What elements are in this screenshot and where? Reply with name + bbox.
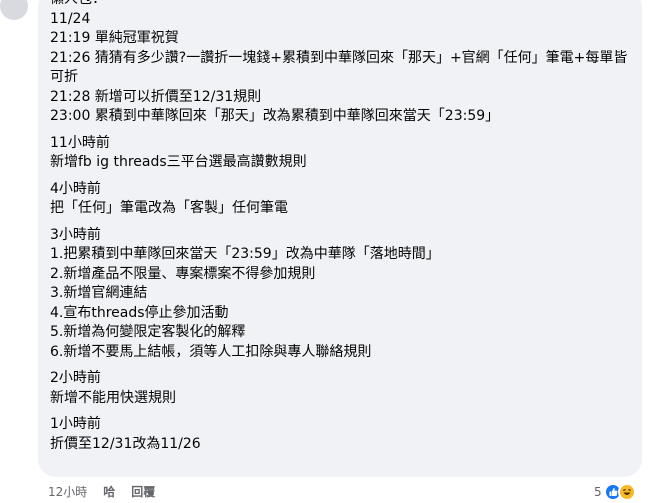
update-block-2h: 2小時前 新增不能用快選規則: [50, 369, 630, 408]
update-heading: 1小時前: [50, 416, 101, 432]
comment-footer: 12小時 哈 回覆: [48, 484, 155, 500]
comment-line: 21:19 單純冠軍祝賀: [50, 30, 179, 46]
comment-line: 23:00 累積到中華隊回來「那天」改為累積到中華隊回來當天「23:59」: [50, 108, 500, 124]
comment-line: 21:26 猜猜有多少讚?一讚折一塊錢+累積到中華隊回來「那天」+官網「任何」筆…: [50, 49, 628, 86]
reaction-button[interactable]: 哈: [103, 484, 115, 500]
reaction-summary[interactable]: 5: [594, 482, 636, 502]
update-line: 4.宣布threads停止參加活動: [50, 304, 229, 321]
update-line: 新增fb ig threads三平台選最高讚數規則: [50, 154, 307, 170]
avatar[interactable]: [0, 0, 30, 20]
update-line: 新增不能用快選規則: [50, 389, 176, 406]
laugh-icon: [617, 483, 636, 501]
comment-line: 懶人包：: [50, 0, 630, 10]
update-block-11h: 11小時前 新增fb ig threads三平台選最高讚數規則: [50, 134, 630, 173]
reaction-count: 5: [594, 485, 602, 499]
update-line: 把「任何」筆電改為「客製」任何筆電: [50, 200, 288, 216]
update-block-1h: 1小時前 折價至12/31改為11/26: [50, 415, 630, 454]
update-line: 6.新增不要馬上結帳，須等人工扣除與專人聯絡規則: [50, 343, 372, 360]
update-heading: 3小時前: [50, 226, 101, 243]
update-line: 5.新增為何變限定客製化的解釋: [50, 324, 246, 340]
comment-bubble: 懶人包： 11/24 21:19 單純冠軍祝賀 21:26 猜猜有多少讚?一讚折…: [38, 0, 642, 477]
comment-line: 21:28 新增可以折價至12/31規則: [50, 88, 262, 105]
update-line: 2.新增產品不限量、專案標案不得參加規則: [50, 265, 316, 282]
avatar-image[interactable]: [0, 0, 28, 20]
reply-button[interactable]: 回覆: [131, 484, 155, 500]
update-block-4h: 4小時前 把「任何」筆電改為「客製」任何筆電: [50, 180, 630, 219]
update-block-3h: 3小時前 1.把累積到中華隊回來當天「23:59」改為中華隊「落地時間」 2.新…: [50, 226, 630, 363]
timestamp-link[interactable]: 12小時: [48, 484, 87, 500]
update-line: 1.把累積到中華隊回來當天「23:59」改為中華隊「落地時間」: [50, 246, 440, 262]
update-line: 折價至12/31改為11/26: [50, 435, 201, 452]
update-heading: 2小時前: [50, 370, 101, 386]
update-line: 3.新增官網連結: [50, 285, 148, 301]
comment-line: 11/24: [50, 10, 91, 27]
update-heading: 11小時前: [50, 134, 110, 151]
update-heading: 4小時前: [50, 180, 101, 197]
